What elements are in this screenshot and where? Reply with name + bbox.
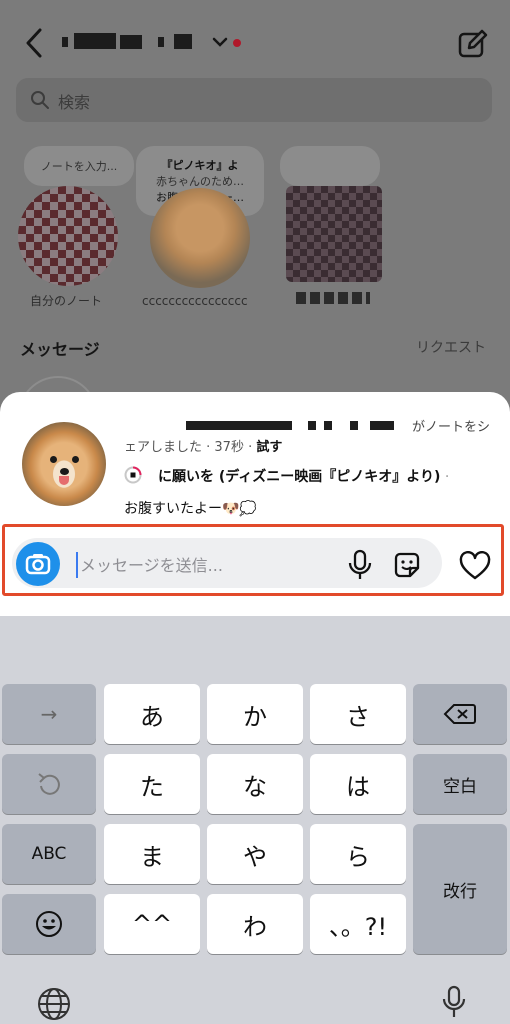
avatar-friend[interactable] [150,188,250,288]
note-caption-redacted [296,292,370,304]
music-separator: · [440,469,450,485]
requests-link[interactable]: リクエスト [416,337,486,357]
note-meta-line: ェアしました · 37秒 · 試す [124,436,282,455]
music-title: に願いを (ディズニー映画『ピノキオ』より) [158,469,441,485]
try-link[interactable]: 試す [256,440,282,455]
japanese-keyboard: → あ か さ た な は 空白 ABC ま や ら 改行 ^^ わ 、。?! [0,616,510,1024]
music-row[interactable]: に願いを (ディズニー映画『ピノキオ』より) · [124,466,449,486]
key-punctuation[interactable]: 、。?! [310,894,406,954]
shared-suffix: がノートをシ [411,420,490,435]
key-ha[interactable]: は [310,754,406,814]
note-bubble-other[interactable] [280,146,380,186]
music-playing-icon [124,466,142,484]
key-wa[interactable]: わ [207,894,303,954]
new-message-icon[interactable] [456,28,490,60]
note-caption-friend: cccccccccccccccc [142,294,248,308]
key-ka[interactable]: か [207,684,303,744]
key-kaomoji[interactable]: ^^ [104,894,200,954]
key-a[interactable]: あ [104,684,200,744]
undo-icon [38,773,60,795]
globe-icon[interactable] [36,986,72,1022]
key-na[interactable]: な [207,754,303,814]
search-icon [31,91,49,109]
notification-dot [233,39,241,47]
note-bubble-line: 『ピノキオ』よ [161,159,239,172]
avatar-nose [60,468,69,475]
note-author-line: がノートをシ [124,416,494,435]
note-bubble-self[interactable]: ノートを入力... [24,146,134,186]
key-emoji[interactable] [2,894,96,954]
key-undo[interactable] [2,754,96,814]
note-caption-self: 自分のノート [30,294,103,308]
search-placeholder: 検索 [58,93,91,112]
avatar-self[interactable] [18,186,118,286]
avatar-tongue [59,476,69,485]
key-abc[interactable]: ABC [2,824,96,884]
key-ra[interactable]: ら [310,824,406,884]
dictation-icon[interactable] [440,984,468,1020]
note-author-avatar[interactable] [22,422,106,506]
key-sa[interactable]: さ [310,684,406,744]
key-ma[interactable]: ま [104,824,200,884]
key-ta[interactable]: た [104,754,200,814]
avatar-eye [50,456,57,463]
messages-heading: メッセージ [20,340,100,359]
composer-highlight-box [2,524,504,596]
key-next[interactable]: → [2,684,96,744]
chevron-down-icon[interactable] [212,36,228,48]
note-meta: ェアしました · 37秒 · [124,440,257,455]
avatar-eye [72,456,79,463]
avatar-other[interactable] [286,186,382,282]
key-backspace[interactable] [413,684,507,744]
backspace-icon [443,704,476,724]
key-ya[interactable]: や [207,824,303,884]
account-username-redacted[interactable] [62,33,212,51]
key-space[interactable]: 空白 [413,754,507,814]
note-text: お腹すいたよー🐶💭 [124,501,257,517]
key-return[interactable]: 改行 [413,824,507,954]
emoji-icon [36,911,62,937]
back-arrow-icon[interactable] [22,26,48,60]
